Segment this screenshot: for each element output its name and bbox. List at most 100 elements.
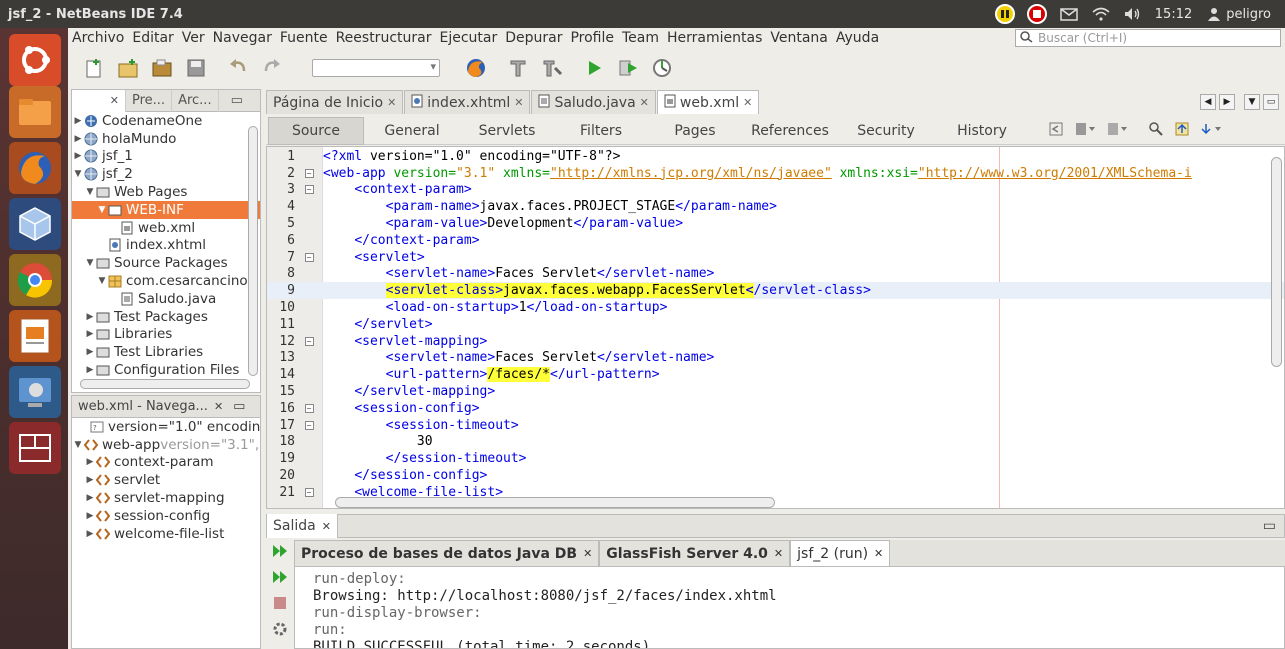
- nav-item[interactable]: ?version="1.0" encoding=: [72, 418, 260, 436]
- configuration-combo[interactable]: [312, 59, 440, 77]
- tab-general[interactable]: General: [364, 117, 460, 145]
- tab-start-page[interactable]: Página de Inicio ✕: [266, 90, 404, 114]
- scroll-left-icon[interactable]: ◀: [1200, 94, 1216, 110]
- tree-item[interactable]: ▶ Libraries: [72, 326, 260, 344]
- nav-item[interactable]: ▶ servlet-mapping: [72, 489, 260, 507]
- projects-vertical-scrollbar[interactable]: [248, 126, 258, 376]
- close-icon[interactable]: ✕: [322, 520, 331, 533]
- chrome-icon[interactable]: [9, 254, 61, 306]
- tab-history[interactable]: History: [934, 117, 1030, 145]
- tab-filters[interactable]: Filters: [554, 117, 648, 145]
- code-line[interactable]: 20 </session-config>: [267, 467, 1284, 484]
- menu-fuente[interactable]: Fuente: [276, 30, 332, 46]
- code-line[interactable]: 7− <servlet>: [267, 249, 1284, 266]
- code-line[interactable]: 15 </servlet-mapping>: [267, 383, 1284, 400]
- find-next-icon[interactable]: [1200, 121, 1222, 141]
- tab-services[interactable]: Pre...: [126, 89, 173, 112]
- forward-dropdown-icon[interactable]: [1106, 121, 1128, 141]
- code-line[interactable]: 18 30: [267, 434, 1284, 451]
- code-line[interactable]: 2− <web-app version="3.1" xmlns="http://x…: [267, 165, 1284, 182]
- save-all-icon[interactable]: [184, 56, 208, 80]
- tab-servlets[interactable]: Servlets: [460, 117, 554, 145]
- code-editor[interactable]: 1 <?xml version="1.0" encoding="UTF-8"?> …: [266, 146, 1285, 509]
- document-list-icon[interactable]: ▼: [1244, 94, 1260, 110]
- close-icon[interactable]: ✕: [743, 96, 752, 109]
- profile-icon[interactable]: [650, 56, 674, 80]
- tree-item[interactable]: ▼ WEB-INF: [72, 200, 260, 219]
- tab-jsf2-run[interactable]: jsf_2 (run) ✕: [790, 540, 891, 566]
- code-line[interactable]: 10 <load-on-startup>1</load-on-startup>: [267, 299, 1284, 316]
- tab-projects[interactable]: ✕: [72, 89, 126, 112]
- rerun-icon[interactable]: [266, 538, 294, 564]
- browser-icon[interactable]: [464, 56, 488, 80]
- find-icon[interactable]: [1148, 121, 1164, 141]
- tree-item[interactable]: index.xhtml: [72, 237, 260, 255]
- menu-editar[interactable]: Editar: [128, 30, 177, 46]
- tab-pages[interactable]: Pages: [648, 117, 742, 145]
- netbeans-icon[interactable]: [9, 198, 61, 250]
- tab-output[interactable]: Salida ✕: [267, 514, 338, 538]
- close-icon[interactable]: ✕: [583, 547, 592, 560]
- nav-item[interactable]: ▶ servlet: [72, 471, 260, 489]
- undo-icon[interactable]: [226, 56, 250, 80]
- editor-vertical-scrollbar[interactable]: [1271, 157, 1282, 367]
- nav-item[interactable]: ▼ web-app version="3.1",: [72, 436, 260, 454]
- debug-icon[interactable]: [616, 56, 640, 80]
- tree-item[interactable]: ▼ com.cesarcancino: [72, 272, 260, 290]
- rerun-with-params-icon[interactable]: [266, 564, 294, 590]
- clean-build-icon[interactable]: [506, 56, 530, 80]
- tab-index-xhtml[interactable]: index.xhtml ✕: [404, 90, 531, 114]
- build-icon[interactable]: [540, 56, 564, 80]
- code-line[interactable]: 4 <param-name>javax.faces.PROJECT_STAGE<…: [267, 198, 1284, 215]
- minimize-pane-icon[interactable]: ▭: [233, 399, 245, 414]
- close-icon[interactable]: ✕: [514, 96, 523, 109]
- tree-item[interactable]: ▼ Web Pages: [72, 183, 260, 201]
- code-line[interactable]: 6 </context-param>: [267, 232, 1284, 249]
- history-dropdown-icon[interactable]: [1074, 121, 1096, 141]
- menu-ventana[interactable]: Ventana: [766, 30, 832, 46]
- files-icon[interactable]: [9, 86, 61, 138]
- minimize-pane-icon[interactable]: ▭: [1263, 518, 1276, 534]
- pause-recording-icon[interactable]: [994, 4, 1015, 24]
- menu-depurar[interactable]: Depurar: [501, 30, 566, 46]
- menu-ayuda[interactable]: Ayuda: [832, 30, 883, 46]
- maximize-icon[interactable]: ▭: [1263, 94, 1279, 110]
- code-line[interactable]: 1 <?xml version="1.0" encoding="UTF-8"?>: [267, 148, 1284, 165]
- new-file-icon[interactable]: [82, 56, 106, 80]
- system-settings-icon[interactable]: [9, 366, 61, 418]
- new-project-icon[interactable]: [116, 56, 140, 80]
- menu-profile[interactable]: Profile: [566, 30, 618, 46]
- ubuntu-dash-icon[interactable]: [9, 34, 61, 86]
- code-line[interactable]: 17− <session-timeout>: [267, 417, 1284, 434]
- nav-item[interactable]: ▶ context-param: [72, 454, 260, 472]
- tree-item[interactable]: ▶ CodenameOne: [72, 112, 260, 130]
- close-icon[interactable]: ✕: [214, 400, 223, 413]
- tree-item[interactable]: ▶ Configuration Files: [72, 361, 260, 379]
- close-icon[interactable]: ✕: [874, 547, 883, 560]
- tab-security[interactable]: Security: [838, 117, 934, 145]
- tab-source[interactable]: Source: [268, 116, 364, 145]
- menu-reestructurar[interactable]: Reestructurar: [332, 30, 436, 46]
- scroll-right-icon[interactable]: ▶: [1219, 94, 1235, 110]
- run-icon[interactable]: [582, 56, 606, 80]
- nav-item[interactable]: ▶ welcome-file-list: [72, 525, 260, 543]
- output-settings-icon[interactable]: [266, 616, 294, 642]
- tab-glassfish-server[interactable]: GlassFish Server 4.0 ✕: [599, 540, 791, 566]
- tree-item[interactable]: ▶ Test Libraries: [72, 343, 260, 361]
- menu-herramientas[interactable]: Herramientas: [663, 30, 766, 46]
- tab-references[interactable]: References: [742, 117, 838, 145]
- minimize-pane-icon[interactable]: ▭: [225, 90, 249, 112]
- menu-team[interactable]: Team: [618, 30, 663, 46]
- close-icon[interactable]: ✕: [110, 94, 119, 107]
- open-project-icon[interactable]: [150, 56, 174, 80]
- search-box[interactable]: Buscar (Ctrl+I): [1015, 29, 1281, 47]
- tab-web-xml[interactable]: web.xml ✕: [656, 90, 760, 114]
- code-line[interactable]: 13 <servlet-name>Faces Servlet</servlet-…: [267, 350, 1284, 367]
- code-line[interactable]: 12− <servlet-mapping>: [267, 333, 1284, 350]
- tree-item[interactable]: ▶ Test Packages: [72, 308, 260, 326]
- menu-archivo[interactable]: Archivo: [68, 30, 128, 46]
- close-icon[interactable]: ✕: [387, 96, 396, 109]
- stop-recording-icon[interactable]: [1026, 4, 1047, 24]
- impress-icon[interactable]: [9, 310, 61, 362]
- tree-item[interactable]: Saludo.java: [72, 290, 260, 308]
